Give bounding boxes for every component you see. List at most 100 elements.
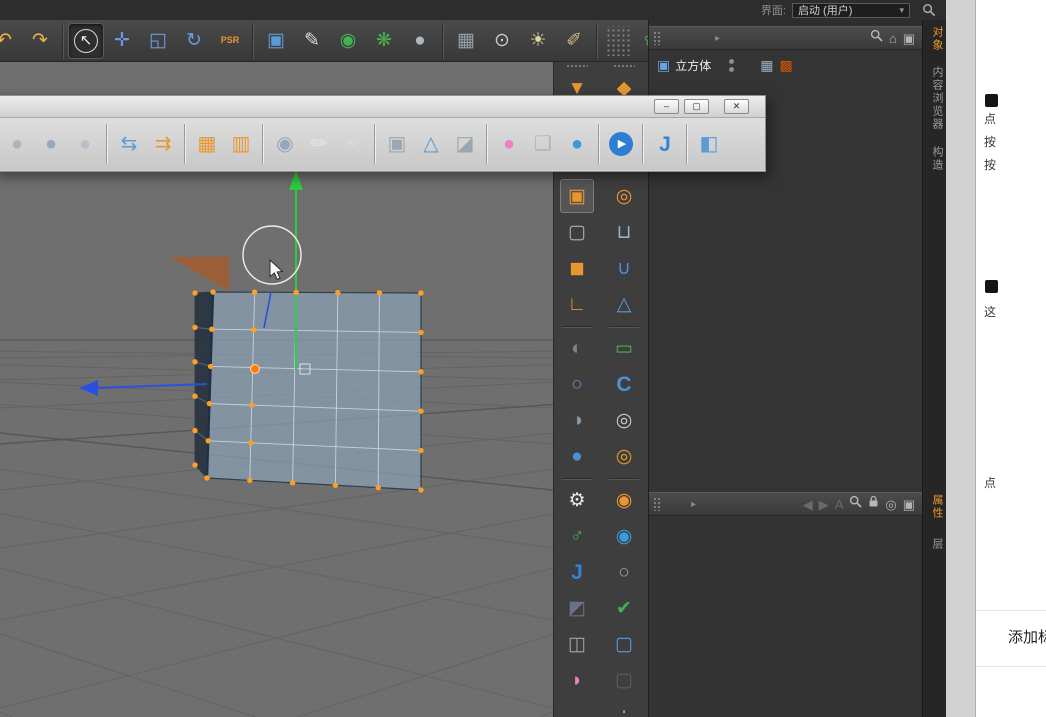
search-icon[interactable] xyxy=(870,29,883,47)
field-green-icon-1[interactable]: ❀ xyxy=(635,24,648,58)
line-cut-icon[interactable]: ✒ xyxy=(336,127,370,161)
blue-sphere-icon[interactable]: ● xyxy=(560,127,594,161)
cube-primitive-icon[interactable]: ▣ xyxy=(259,24,293,58)
dock-frame-icon[interactable]: ▣ xyxy=(903,498,915,511)
search-icon[interactable] xyxy=(849,495,862,513)
delete-icon[interactable]: ⊔ xyxy=(607,215,641,249)
panel-grip-icon[interactable] xyxy=(653,497,662,511)
floating-window-titlebar[interactable]: – ▢ ✕ xyxy=(0,96,765,118)
scale-tool-icon[interactable]: ◱ xyxy=(141,24,175,58)
phong-tag-icon[interactable]: ▦ xyxy=(760,58,773,72)
maximize-button[interactable]: ▢ xyxy=(684,99,709,114)
redo-icon[interactable]: ↷ xyxy=(23,24,57,58)
attribute-manager[interactable] xyxy=(649,516,922,717)
wire-sphere-icon[interactable]: ○ xyxy=(560,367,594,401)
pink-sphere-icon[interactable]: ● xyxy=(492,127,526,161)
point-mode-icon[interactable]: ▣ xyxy=(560,179,594,213)
minimize-button[interactable]: – xyxy=(654,99,679,114)
light-icon[interactable]: ☀ xyxy=(521,24,555,58)
tab-content-browser[interactable]: 内容浏览器 xyxy=(929,66,945,131)
axis-mode-icon[interactable]: ∟ xyxy=(560,287,594,321)
rotate-tool-icon[interactable]: ↻ xyxy=(177,24,211,58)
stamp-cube-icon[interactable]: ▣ xyxy=(380,127,414,161)
undo-icon[interactable]: ↶ xyxy=(0,24,21,58)
visibility-toggles[interactable] xyxy=(729,58,735,72)
close-button[interactable]: ✕ xyxy=(724,99,749,114)
search-icon[interactable] xyxy=(916,3,942,17)
sphere-brush-icon-3[interactable]: ● xyxy=(68,127,102,161)
arrange-icon[interactable]: A xyxy=(835,498,844,511)
history-forward-icon[interactable]: ▶ xyxy=(819,498,829,511)
live-selection-icon[interactable]: ↖ xyxy=(69,23,103,58)
panel-grip-icon[interactable] xyxy=(653,31,662,45)
ring-tool-icon[interactable]: ◎ xyxy=(607,179,641,213)
subdivision-surface-icon[interactable]: ◉ xyxy=(331,24,365,58)
dark-cube-icon[interactable]: ◩ xyxy=(560,591,594,625)
lock-icon[interactable] xyxy=(868,495,879,513)
pipe-tool-icon[interactable]: J xyxy=(560,555,594,589)
metaball-icon[interactable]: ● xyxy=(403,24,437,58)
snap-icon[interactable]: ◎ xyxy=(607,403,641,437)
ghost-cube-icon[interactable]: ▢ xyxy=(607,663,641,697)
isoparm-sphere-icon[interactable]: ◑ xyxy=(560,403,594,437)
weight-cone-icon[interactable]: △ xyxy=(414,127,448,161)
magnet-icon[interactable]: ∪ xyxy=(607,251,641,285)
check-sphere-icon[interactable]: ✔ xyxy=(607,591,641,625)
globe-blue-icon[interactable]: ◉ xyxy=(607,519,641,553)
material-pen-icon[interactable]: ✐ xyxy=(557,24,591,58)
polygon-mode-icon[interactable]: ◼ xyxy=(560,251,594,285)
shading-sphere-icon[interactable]: ◐ xyxy=(560,331,594,365)
orange-grid-icon-1[interactable]: ▦ xyxy=(190,127,224,161)
palette-grip-icon[interactable] xyxy=(566,64,588,69)
pipe-icon[interactable]: J xyxy=(648,127,682,161)
clone-stack-icon[interactable]: ❑ xyxy=(526,127,560,161)
axis-snap-icon[interactable]: ◎ xyxy=(607,439,641,473)
edge-mode-icon[interactable]: ▢ xyxy=(560,215,594,249)
palette-grip-icon[interactable] xyxy=(613,64,635,69)
object-name[interactable]: 立方体 xyxy=(675,57,711,74)
render-visibility-dot[interactable] xyxy=(729,66,735,72)
globe-orange-icon[interactable]: ◉ xyxy=(607,483,641,517)
home-icon[interactable]: ⌂ xyxy=(889,32,897,45)
dot-sphere-icon[interactable]: ● xyxy=(560,439,594,473)
dock-frame-icon[interactable]: ▣ xyxy=(903,32,915,45)
spline-pen-icon[interactable]: ✎ xyxy=(295,24,329,58)
tab-layers[interactable]: 层 xyxy=(929,538,945,551)
orange-grid-icon-2[interactable]: ▥ xyxy=(224,127,258,161)
wire-cube-icon[interactable]: ▢ xyxy=(607,627,641,661)
slide-cube-icon[interactable]: ◪ xyxy=(448,127,482,161)
tab-construction[interactable]: 构造 xyxy=(929,146,945,172)
sphere-brush-icon-2[interactable]: ● xyxy=(34,127,68,161)
point-selection-tag-icon[interactable]: ▩ xyxy=(779,58,792,72)
tab-attributes[interactable]: 属性 xyxy=(929,494,945,520)
target-icon[interactable]: ◎ xyxy=(885,498,896,511)
workplane-icon[interactable]: ▭ xyxy=(607,331,641,365)
floor-icon[interactable]: ▦ xyxy=(449,24,483,58)
menu-overflow-arrow-icon[interactable]: ▸ xyxy=(712,33,723,44)
arc-arrow-icon[interactable]: C xyxy=(607,367,641,401)
gear-icon[interactable]: ⚙ xyxy=(560,483,594,517)
character-icon[interactable]: ♂ xyxy=(560,519,594,553)
menu-overflow-arrow-icon[interactable]: ▸ xyxy=(688,499,699,510)
tab-objects[interactable]: 对象 xyxy=(929,26,945,52)
cube-stack-icon[interactable]: ◧ xyxy=(692,127,726,161)
editor-visibility-dot[interactable] xyxy=(729,58,735,64)
measure-icon[interactable]: △ xyxy=(607,287,641,321)
move-tool-icon[interactable]: ✛ xyxy=(105,24,139,58)
object-row-cube[interactable]: ▣ 立方体 ▦ ▩ xyxy=(657,56,793,74)
point-sphere-icon[interactable]: ◉ xyxy=(268,127,302,161)
sphere-brush-icon-1[interactable]: ● xyxy=(0,127,34,161)
play-icon[interactable]: ▶ xyxy=(604,127,638,161)
knife-icon[interactable]: ✏ xyxy=(302,127,336,161)
warning-dots-icon[interactable]: ∴ xyxy=(607,699,641,717)
cloner-icon[interactable]: ❋ xyxy=(367,24,401,58)
wire-globe-icon[interactable]: ○ xyxy=(607,555,641,589)
history-back-icon[interactable]: ◀ xyxy=(803,498,813,511)
pink-white-sphere-icon[interactable]: ◗ xyxy=(560,663,594,697)
cube-arrow-icon[interactable]: ◫ xyxy=(560,627,594,661)
psr-icon[interactable]: PSR xyxy=(213,24,247,58)
flow-arrows-icon[interactable]: ⇉ xyxy=(146,127,180,161)
camera-icon[interactable]: ⊙ xyxy=(485,24,519,58)
align-arrows-icon[interactable]: ⇆ xyxy=(112,127,146,161)
interface-dropdown[interactable]: 启动 (用户) ▾ xyxy=(792,2,910,18)
